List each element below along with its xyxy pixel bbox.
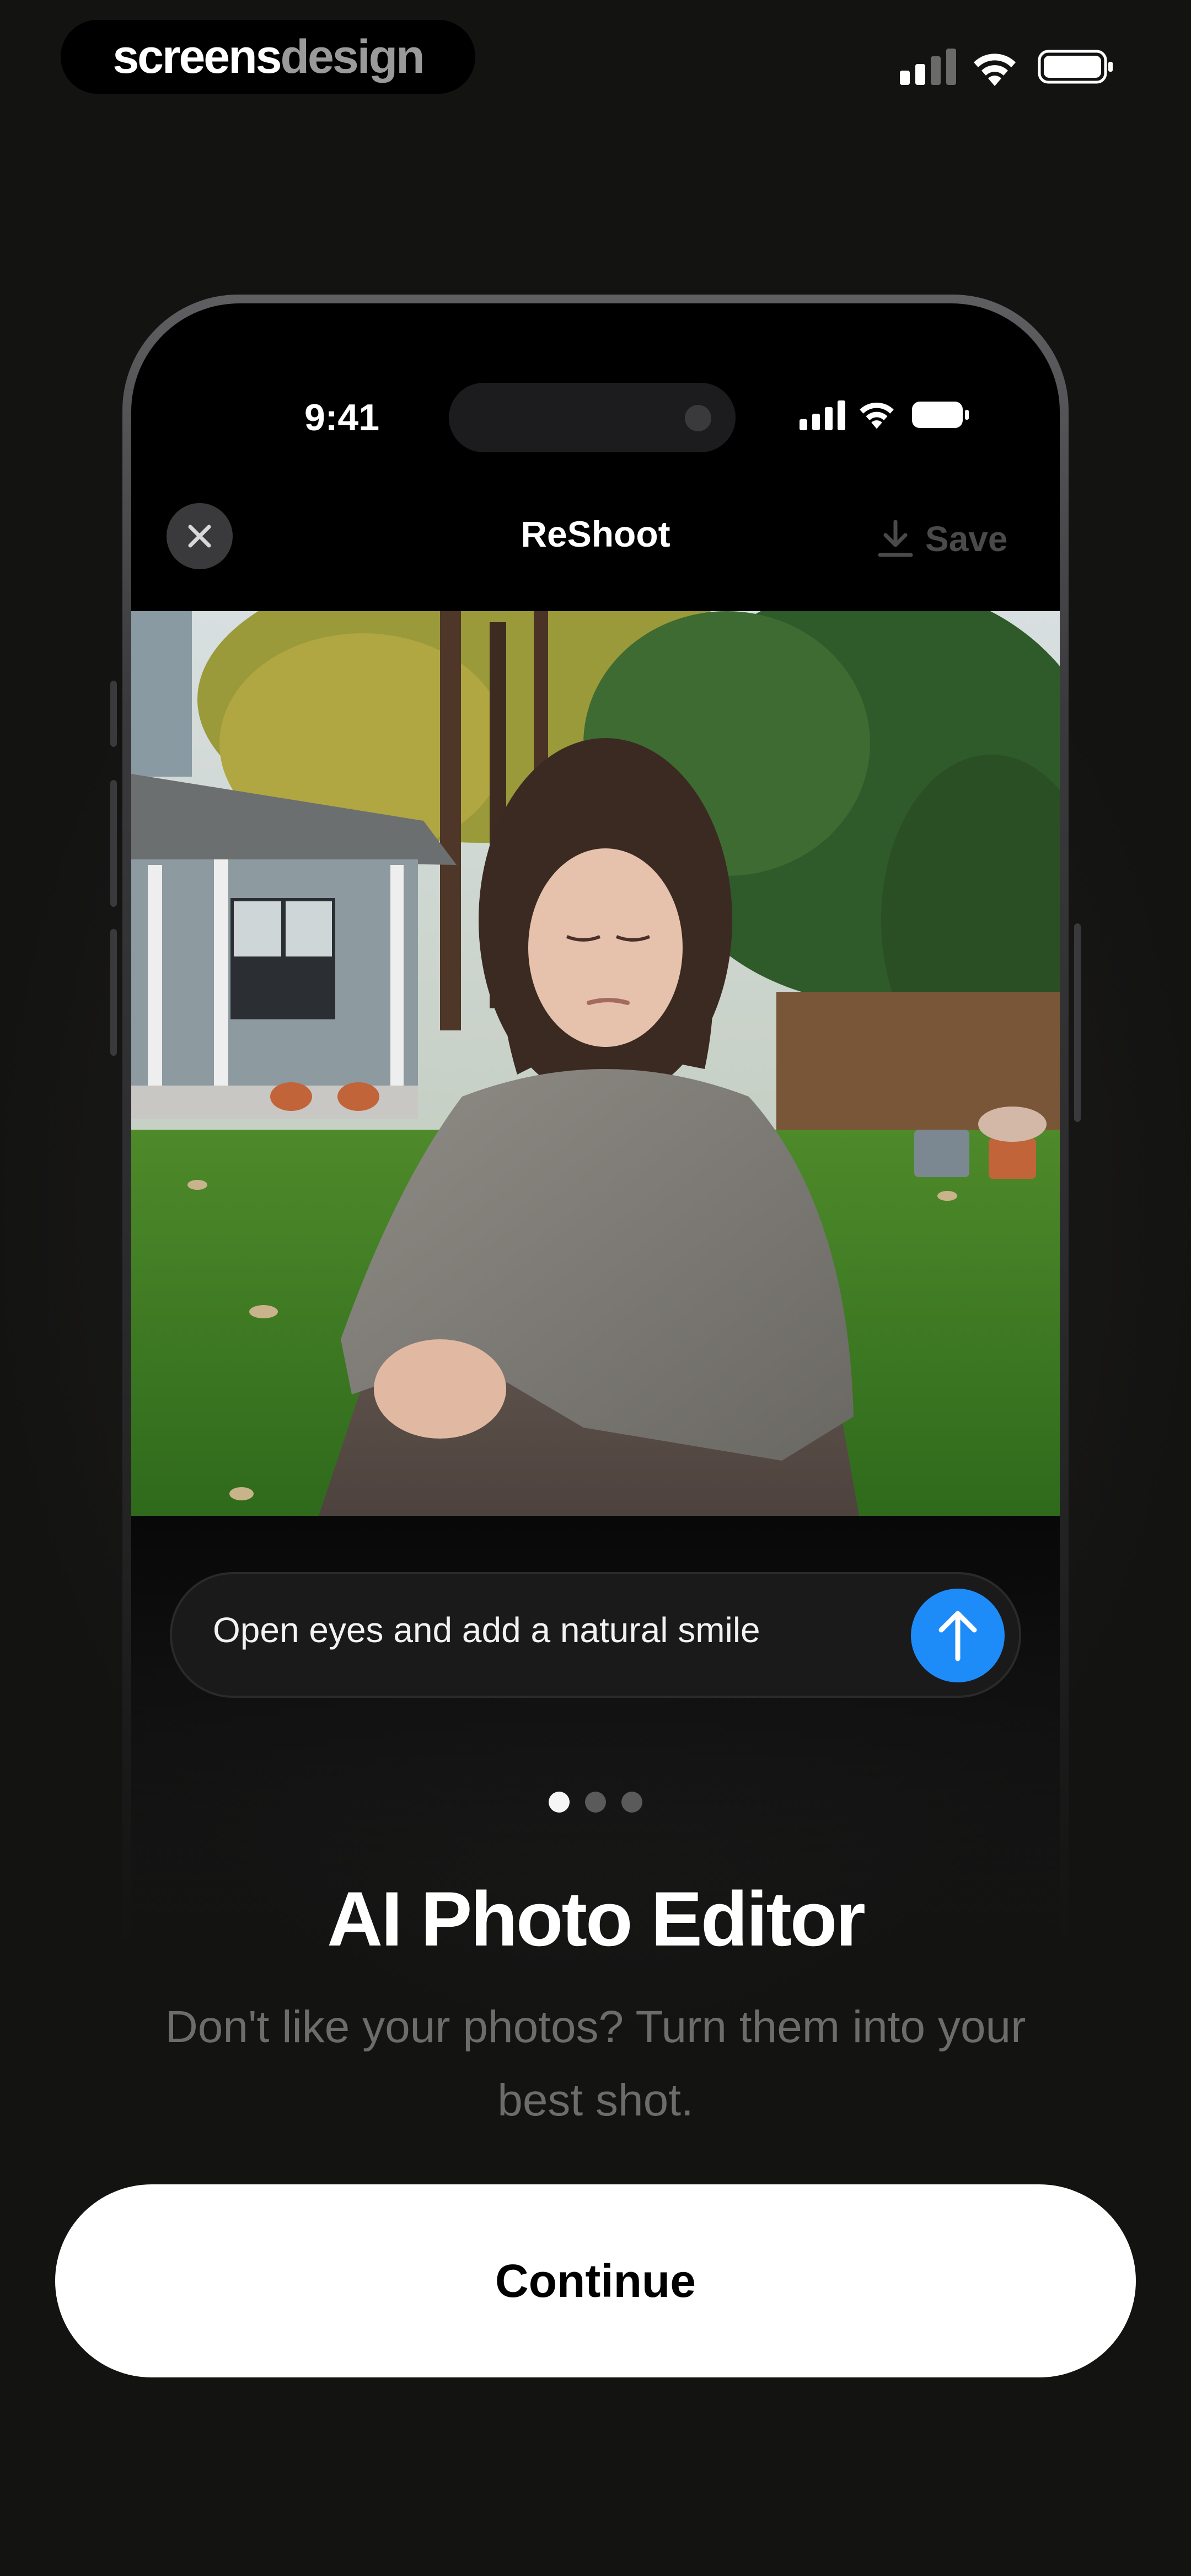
brand-watermark: screensdesign	[61, 20, 475, 94]
download-icon	[878, 520, 913, 557]
prompt-input[interactable]: Open eyes and add a natural smile	[170, 1572, 1021, 1698]
volume-down-button	[110, 929, 117, 1056]
phone-screen: 9:41 ReShoot Save Open eyes and add a na…	[131, 303, 1060, 1949]
front-camera	[685, 405, 711, 431]
phone-mockup: 9:41 ReShoot Save Open eyes and add a na…	[110, 295, 1081, 1949]
status-time: 9:41	[304, 397, 380, 439]
brand-part-2: design	[280, 30, 425, 83]
prompt-text: Open eyes and add a natural smile	[213, 1610, 760, 1650]
save-button[interactable]: Save	[878, 514, 1007, 564]
photo-image	[131, 611, 1060, 1516]
cellular-signal-icon	[800, 400, 845, 430]
page-title: AI Photo Editor	[327, 1875, 866, 1962]
wifi-icon	[974, 54, 1016, 86]
close-icon	[188, 525, 211, 548]
page-dot-2[interactable]	[585, 1792, 606, 1813]
close-button[interactable]	[167, 503, 233, 569]
power-button	[1074, 923, 1081, 1122]
volume-up-button	[110, 780, 117, 907]
outer-status-bar: screensdesign	[0, 0, 1191, 132]
continue-button[interactable]: Continue	[55, 2184, 1136, 2377]
page-dot-3[interactable]	[621, 1792, 642, 1813]
side-button	[110, 681, 117, 747]
app-title: ReShoot	[521, 514, 670, 554]
save-label: Save	[925, 519, 1008, 559]
battery-icon	[912, 402, 969, 428]
dynamic-island	[449, 383, 736, 452]
edited-photo	[131, 611, 1060, 1516]
send-button[interactable]	[911, 1589, 1005, 1682]
cellular-signal-icon	[900, 49, 956, 85]
wifi-icon	[860, 402, 894, 429]
brand-part-1: screens	[112, 30, 282, 83]
page-dot-1[interactable]	[549, 1792, 570, 1813]
arrow-up-icon	[938, 1611, 977, 1661]
page-subtitle: Don't like your photos? Turn them into y…	[165, 2002, 1026, 2125]
battery-icon	[1038, 50, 1113, 84]
page-indicator	[0, 1792, 1191, 1813]
